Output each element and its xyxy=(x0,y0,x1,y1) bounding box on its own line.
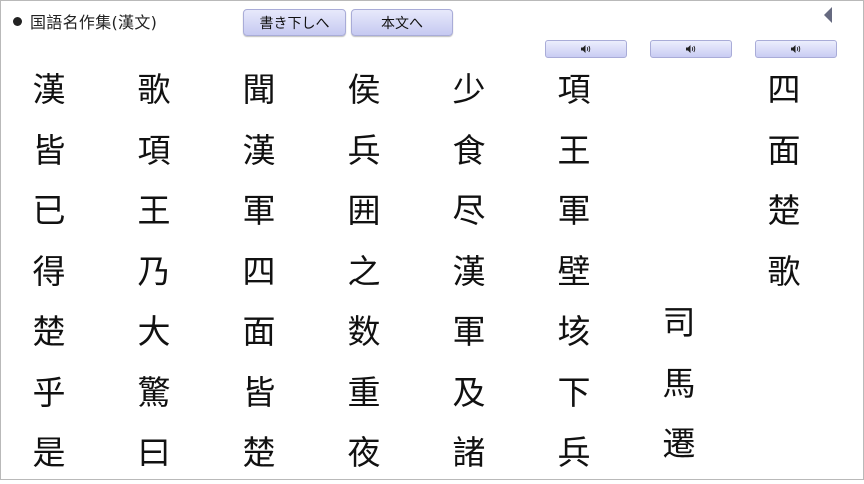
kanji-char: 得 xyxy=(32,251,66,291)
text-column-6: 項 王 軍 壁 垓 下 兵 xyxy=(544,60,604,484)
kanji-char: 乃 xyxy=(137,251,171,291)
kanji-char: 垓 xyxy=(557,312,591,351)
kanji-char: 軍 xyxy=(242,191,276,230)
speaker-icon xyxy=(581,45,591,53)
kanji-char: 漢 xyxy=(32,70,66,109)
kanji-char: 曰 xyxy=(137,433,171,472)
back-arrow-icon[interactable] xyxy=(824,7,832,23)
kanji-char: 楚 xyxy=(242,433,276,472)
kanji-char: 楚 xyxy=(767,191,801,230)
kanji-char: 面 xyxy=(242,312,276,351)
text-column-3: 聞 漢 軍 四 面 皆 楚 xyxy=(229,60,289,484)
text-column-5: 少 食 尽 漢 軍 及 諸 xyxy=(439,60,499,484)
kakikudashi-button[interactable]: 書き下しへ xyxy=(243,9,346,36)
kanji-char: 下 xyxy=(557,372,591,412)
speaker-icon xyxy=(791,45,801,53)
kanji-char: 漢 xyxy=(242,130,276,170)
kanji-char: 侯 xyxy=(347,70,381,109)
kanji-char: 壁 xyxy=(557,251,591,291)
audio-button-2[interactable] xyxy=(650,40,732,58)
kanji-char: 及 xyxy=(452,372,486,412)
kanji-char: 王 xyxy=(137,191,171,230)
kanji-char: 馬 xyxy=(662,363,696,403)
kanji-char: 諸 xyxy=(452,433,486,472)
author-column: 司 馬 遷 xyxy=(649,293,709,475)
kanji-char: 驚 xyxy=(137,372,171,412)
kanji-char: 司 xyxy=(662,303,696,342)
kanji-char: 乎 xyxy=(32,372,66,412)
kanji-char: 王 xyxy=(557,130,591,170)
kanji-char: 項 xyxy=(557,70,591,109)
kanji-char: 少 xyxy=(452,70,486,109)
audio-button-3[interactable] xyxy=(755,40,837,58)
kanji-char: 兵 xyxy=(557,433,591,472)
kanji-char: 皆 xyxy=(242,372,276,412)
kanji-char: 皆 xyxy=(32,130,66,170)
kanji-char: 歌 xyxy=(767,251,801,291)
text-column-2: 歌 項 王 乃 大 驚 曰 xyxy=(124,60,184,484)
kanji-char: 食 xyxy=(452,130,486,170)
page-title: 国語名作集(漢文) xyxy=(30,13,158,32)
honbun-button[interactable]: 本文へ xyxy=(351,9,453,36)
kanji-char: 大 xyxy=(137,312,171,351)
kanji-char: 四 xyxy=(767,70,801,109)
bullet-icon xyxy=(13,16,22,26)
kanji-char: 之 xyxy=(347,251,381,291)
kanji-char: 重 xyxy=(347,372,381,412)
kanji-char: 兵 xyxy=(347,130,381,170)
title-column: 四 面 楚 歌 xyxy=(754,60,814,302)
kanji-char: 聞 xyxy=(242,70,276,109)
kanji-char: 漢 xyxy=(452,251,486,291)
kanji-char: 数 xyxy=(347,312,381,351)
text-column-1: 漢 皆 已 得 楚 乎 是 xyxy=(19,60,79,484)
kanji-char: 四 xyxy=(242,251,276,291)
kanji-char: 軍 xyxy=(557,191,591,230)
audio-button-1[interactable] xyxy=(545,40,627,58)
kanji-char: 遷 xyxy=(662,424,696,463)
kanji-char: 楚 xyxy=(32,312,66,351)
kanji-char: 已 xyxy=(32,191,66,230)
kanji-char: 尽 xyxy=(452,191,486,230)
kanji-char: 項 xyxy=(137,130,171,170)
kanji-char: 軍 xyxy=(452,312,486,351)
kanji-char: 面 xyxy=(767,130,801,170)
kanji-char: 是 xyxy=(32,433,66,472)
kanji-char: 囲 xyxy=(347,191,381,230)
kanji-char: 夜 xyxy=(347,433,381,472)
header: 国語名作集(漢文) xyxy=(13,9,157,33)
text-column-4: 侯 兵 囲 之 数 重 夜 xyxy=(334,60,394,484)
kanji-char: 歌 xyxy=(137,70,171,109)
speaker-icon xyxy=(686,45,696,53)
